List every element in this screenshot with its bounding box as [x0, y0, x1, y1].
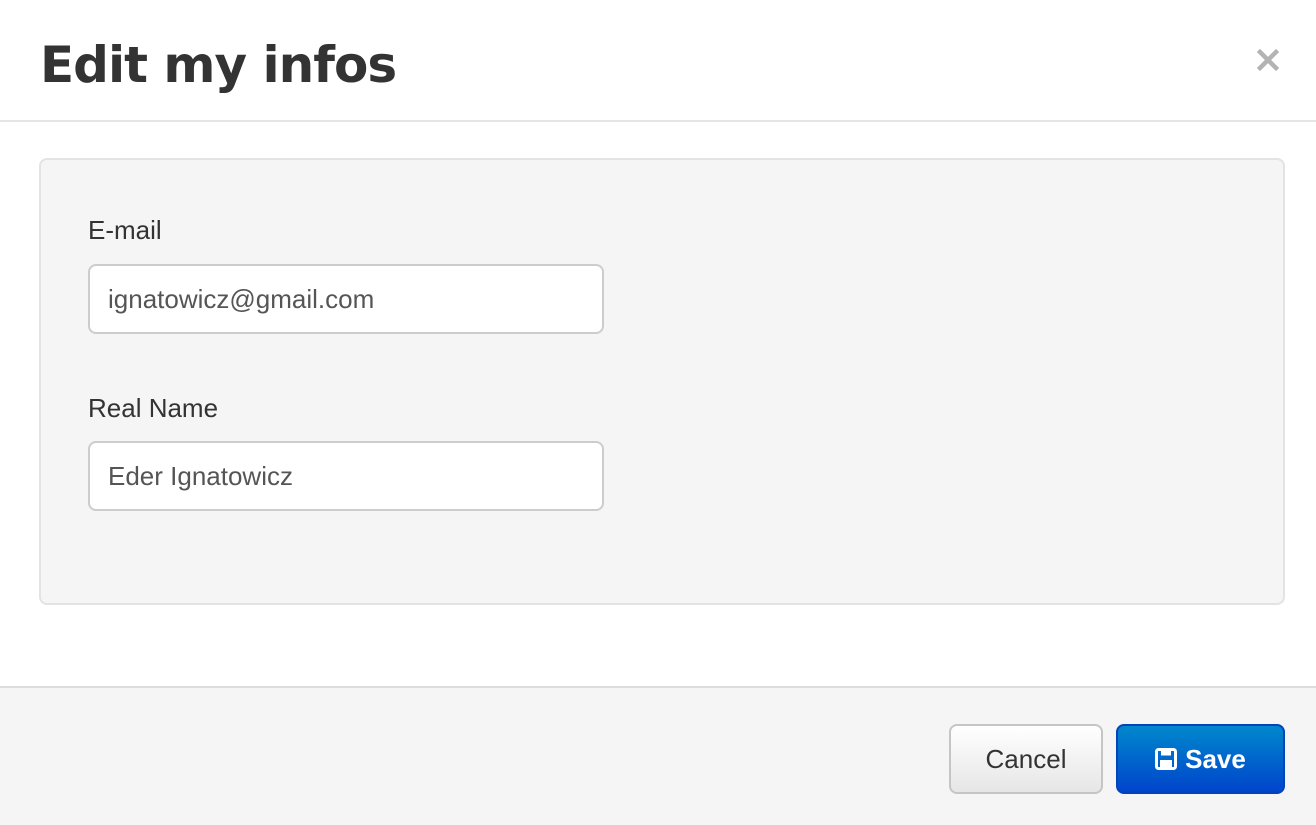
- floppy-disk-icon: [1155, 748, 1178, 770]
- form-well: E-mail Real Name: [39, 158, 1285, 605]
- close-button[interactable]: [1250, 42, 1286, 78]
- save-button-label: Save: [1185, 743, 1246, 774]
- modal-title: Edit my infos: [40, 36, 397, 94]
- real-name-label: Real Name: [88, 393, 219, 423]
- cancel-button-label: Cancel: [985, 743, 1067, 774]
- modal-body: E-mail Real Name: [0, 124, 1316, 686]
- cancel-button[interactable]: Cancel: [949, 724, 1103, 794]
- email-label: E-mail: [88, 215, 162, 245]
- edit-infos-modal: Edit my infos E-mail Real Name Cancel: [0, 0, 1316, 825]
- modal-footer: Cancel Save: [0, 686, 1316, 825]
- close-icon: [1256, 48, 1280, 72]
- modal-header: Edit my infos: [0, 0, 1316, 122]
- email-field[interactable]: [88, 264, 604, 334]
- save-button[interactable]: Save: [1116, 724, 1285, 794]
- real-name-field[interactable]: [88, 441, 604, 511]
